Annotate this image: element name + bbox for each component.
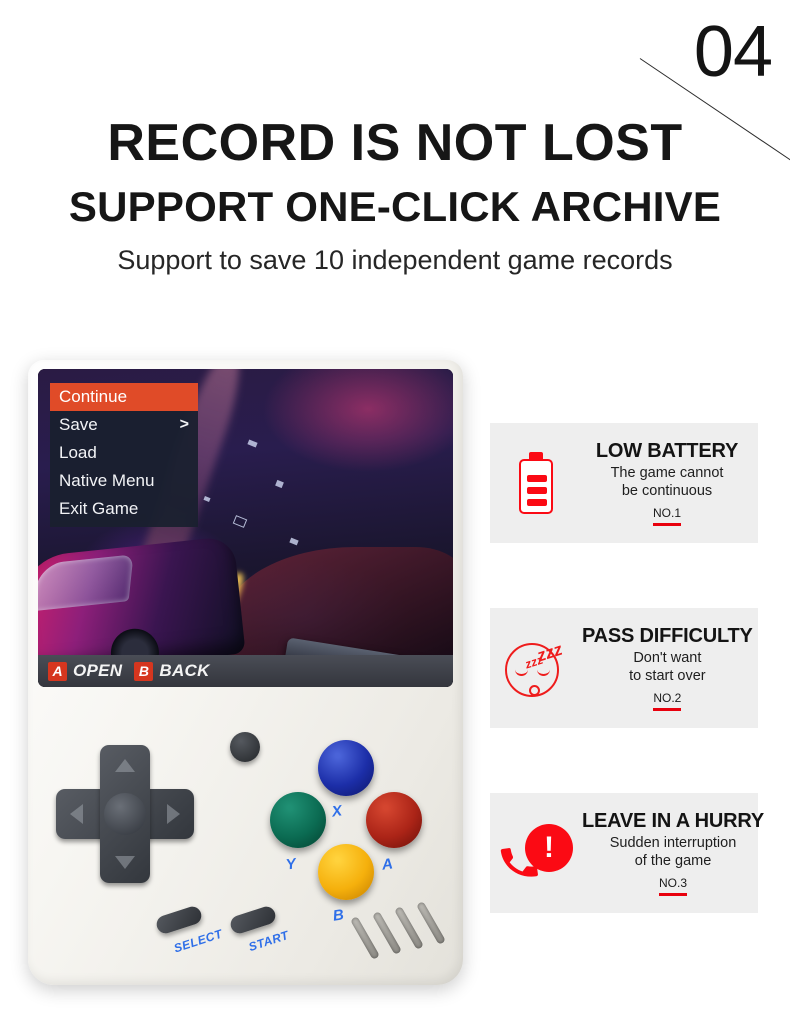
y-button-label: Y — [284, 855, 298, 874]
card-description-line: to start over — [629, 667, 706, 684]
card-title: LOW BATTERY — [595, 440, 739, 463]
hint-open-label: OPEN — [73, 661, 123, 680]
menu-item-label: Save — [59, 415, 98, 434]
menu-item-label: Continue — [59, 387, 128, 406]
dpad-down-icon[interactable] — [115, 856, 135, 869]
card-description-line: of the game — [634, 852, 712, 869]
card-description: The game cannot be continuous — [582, 465, 752, 499]
card-text: LEAVE IN A HURRY Sudden interruption of … — [582, 810, 770, 896]
game-art-debris — [203, 496, 211, 502]
sleepy-eye-left — [515, 669, 528, 676]
card-description-line: The game cannot — [610, 465, 724, 482]
menu-item-exit-game[interactable]: Exit Game — [50, 495, 198, 523]
menu-item-label: Native Menu — [59, 471, 155, 490]
battery-bar — [527, 475, 547, 482]
game-art-car-window — [38, 554, 134, 612]
x-button[interactable] — [318, 740, 374, 796]
speaker-slot — [416, 901, 446, 945]
a-button[interactable] — [366, 792, 422, 848]
battery-bar — [527, 487, 547, 494]
card-number-badge: NO.3 — [658, 876, 687, 896]
a-button-label: A — [380, 855, 394, 874]
menu-item-native-menu[interactable]: Native Menu — [50, 467, 198, 495]
menu-item-save[interactable]: Save > — [50, 411, 198, 439]
sleepy-eye-right — [537, 669, 550, 676]
card-number-badge: NO.2 — [653, 691, 682, 711]
section-number: 04 — [693, 12, 773, 92]
game-art-debris — [275, 479, 284, 489]
phone-alert-icon: ! — [490, 793, 582, 913]
card-description-line: be continuous — [621, 482, 713, 499]
header: 04 RECORD IS NOT LOST SUPPORT ONE-CLICK … — [0, 0, 790, 300]
card-description-line: Sudden interruption — [609, 835, 737, 852]
in-game-menu[interactable]: Continue Save > Load Native Menu Exit Ga… — [50, 383, 198, 527]
exclamation-mark: ! — [544, 831, 554, 864]
menu-item-label: Exit Game — [59, 499, 139, 518]
start-button[interactable] — [228, 904, 278, 936]
card-description: Don't want to start over — [582, 650, 753, 684]
start-button-label: START — [246, 927, 291, 955]
handheld-console: Continue Save > Load Native Menu Exit Ga… — [28, 360, 463, 985]
function-button[interactable] — [230, 732, 260, 762]
battery-bar — [527, 499, 547, 506]
feature-card-leave-in-a-hurry: ! LEAVE IN A HURRY Sudden interruption o… — [490, 793, 764, 913]
dpad-right-icon[interactable] — [167, 804, 180, 824]
card-title: LEAVE IN A HURRY — [582, 810, 764, 833]
menu-item-continue[interactable]: Continue — [50, 383, 198, 411]
card-description: Sudden interruption of the game — [582, 835, 764, 869]
dpad-up-icon[interactable] — [115, 759, 135, 772]
b-button[interactable] — [318, 844, 374, 900]
card-description-line: Don't want — [633, 650, 702, 667]
feature-card-low-battery: LOW BATTERY The game cannot be continuou… — [490, 423, 758, 543]
hint-back-label: BACK — [159, 661, 210, 680]
dpad-center-nub[interactable] — [104, 793, 146, 835]
card-title: PASS DIFFICULTY — [582, 625, 753, 648]
page-description: Support to save 10 independent game reco… — [117, 245, 673, 275]
page-title: RECORD IS NOT LOST — [107, 114, 683, 172]
a-button-badge-icon: A — [48, 661, 67, 681]
y-button[interactable] — [270, 792, 326, 848]
button-hint-bar: A OPEN B BACK — [38, 655, 453, 687]
page-subtitle: SUPPORT ONE-CLICK ARCHIVE — [68, 183, 722, 230]
battery-body — [519, 459, 553, 514]
game-art-debris — [232, 515, 248, 528]
card-text: LOW BATTERY The game cannot be continuou… — [582, 440, 758, 526]
select-button-label: SELECT — [172, 926, 225, 956]
speaker-grille — [350, 901, 453, 965]
sleepy-face-icon: zzz zzz — [490, 608, 582, 728]
card-text: PASS DIFFICULTY Don't want to start over… — [582, 625, 759, 711]
dpad[interactable] — [56, 745, 194, 883]
low-battery-icon — [490, 423, 582, 543]
menu-item-load[interactable]: Load — [50, 439, 198, 467]
dpad-left-icon[interactable] — [70, 804, 83, 824]
feature-card-pass-difficulty: zzz zzz PASS DIFFICULTY Don't want to st… — [490, 608, 758, 728]
alert-circle-icon: ! — [525, 824, 573, 872]
b-button-badge-icon: B — [134, 661, 154, 681]
game-art-debris — [289, 537, 299, 546]
b-button-label: B — [331, 906, 345, 925]
game-art-debris — [247, 439, 258, 448]
x-button-label: X — [330, 802, 344, 821]
chevron-right-icon: > — [179, 416, 189, 433]
menu-item-label: Load — [59, 443, 97, 462]
sleepy-mouth — [529, 685, 540, 696]
card-number-badge: NO.1 — [652, 506, 681, 526]
screen-bezel: Continue Save > Load Native Menu Exit Ga… — [38, 369, 453, 687]
game-screen: Continue Save > Load Native Menu Exit Ga… — [38, 369, 453, 687]
select-button[interactable] — [154, 904, 204, 936]
